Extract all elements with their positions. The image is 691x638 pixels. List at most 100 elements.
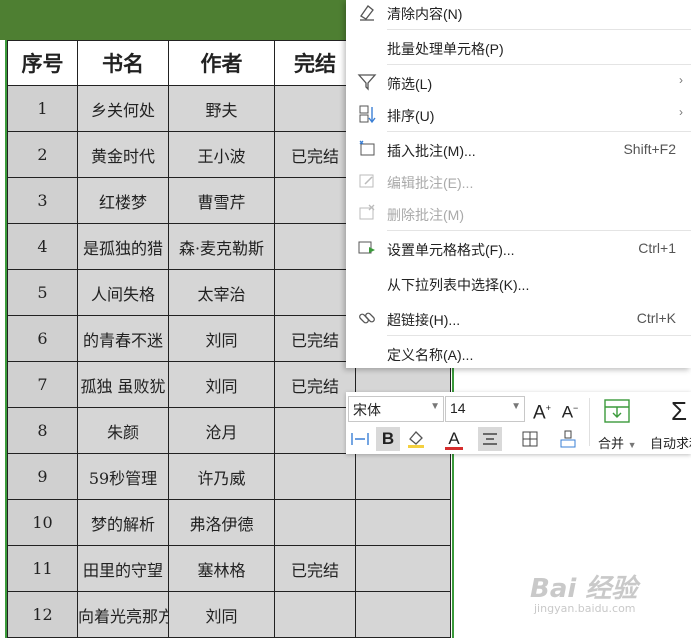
menu-item-label: 插入批注(M)... bbox=[387, 143, 476, 159]
bold-button[interactable]: B bbox=[376, 427, 400, 451]
cell-author[interactable]: 弗洛伊德 bbox=[168, 499, 275, 546]
cell-no[interactable]: 2 bbox=[7, 131, 78, 178]
cell-done[interactable] bbox=[274, 269, 356, 316]
borders-icon[interactable] bbox=[518, 427, 542, 451]
menu-item-filter[interactable]: 筛选(L) › bbox=[346, 67, 691, 99]
increase-font-icon[interactable]: A+ bbox=[530, 396, 554, 423]
cell-author[interactable]: 野夫 bbox=[168, 85, 275, 132]
cell-done[interactable] bbox=[274, 591, 356, 638]
link-icon bbox=[359, 312, 375, 324]
submenu-arrow-icon: › bbox=[679, 73, 683, 87]
menu-divider bbox=[387, 64, 691, 65]
cell-done[interactable]: 已完结 bbox=[274, 545, 356, 592]
cell-empty[interactable] bbox=[355, 499, 451, 546]
mini-toolbar: 宋体 ▼ 14 ▼ A+ A− B A 合并 ▼ Σ 自动求和 bbox=[346, 392, 691, 454]
decrease-font-icon[interactable]: A− bbox=[558, 396, 582, 422]
cell-author[interactable]: 森·麦克勒斯 bbox=[168, 223, 275, 270]
menu-item-hyperlink[interactable]: 超链接(H)... Ctrl+K bbox=[346, 303, 691, 335]
menu-item-label: 筛选(L) bbox=[387, 76, 433, 92]
table-row: 10 梦的解析 弗洛伊德 bbox=[7, 499, 451, 546]
cell-author[interactable]: 刘同 bbox=[168, 315, 275, 362]
cell-author[interactable]: 沧月 bbox=[168, 407, 275, 454]
cell-book[interactable]: 人间失格 bbox=[77, 269, 169, 316]
cell-done[interactable] bbox=[274, 453, 356, 500]
cell-book[interactable]: 黄金时代 bbox=[77, 131, 169, 178]
cell-done[interactable] bbox=[274, 177, 356, 224]
menu-item-insert-comment[interactable]: 插入批注(M)... Shift+F2 bbox=[346, 134, 691, 166]
wrap-text-icon[interactable] bbox=[348, 427, 372, 451]
cell-author[interactable]: 曹雪芹 bbox=[168, 177, 275, 224]
menu-item-delete-comment[interactable]: 删除批注(M) bbox=[346, 198, 691, 230]
context-menu: 清除内容(N) 批量处理单元格(P) 筛选(L) › 排序(U) › 插入批注(… bbox=[346, 0, 691, 368]
cell-done[interactable] bbox=[274, 223, 356, 270]
cell-author[interactable]: 太宰治 bbox=[168, 269, 275, 316]
cell-no[interactable]: 8 bbox=[7, 407, 78, 454]
cell-done[interactable] bbox=[274, 499, 356, 546]
menu-item-edit-comment[interactable]: 编辑批注(E)... bbox=[346, 166, 691, 198]
header-cell-done[interactable]: 完结 bbox=[274, 40, 356, 86]
menu-item-label: 编辑批注(E)... bbox=[387, 175, 474, 191]
font-family-select[interactable]: 宋体 ▼ bbox=[348, 396, 444, 422]
menu-item-pick-list[interactable]: 从下拉列表中选择(K)... bbox=[346, 268, 691, 300]
cell-author[interactable]: 刘同 bbox=[168, 361, 275, 408]
menu-item-batch[interactable]: 批量处理单元格(P) bbox=[346, 32, 691, 64]
font-size-select[interactable]: 14 ▼ bbox=[445, 396, 525, 422]
cell-no[interactable]: 12 bbox=[7, 591, 78, 638]
cell-author[interactable]: 塞林格 bbox=[168, 545, 275, 592]
cell-book[interactable]: 59秒管理 bbox=[77, 453, 169, 500]
cell-empty[interactable] bbox=[355, 453, 451, 500]
header-cell-no[interactable]: 序号 bbox=[7, 40, 78, 86]
menu-item-format-cells[interactable]: 设置单元格格式(F)... Ctrl+1 bbox=[346, 233, 691, 265]
cell-book[interactable]: 向着光亮那方 bbox=[77, 591, 169, 638]
cell-author[interactable]: 许乃威 bbox=[168, 453, 275, 500]
cell-book[interactable]: 田里的守望 bbox=[77, 545, 169, 592]
cell-no[interactable]: 11 bbox=[7, 545, 78, 592]
fill-color-icon[interactable] bbox=[404, 427, 428, 451]
menu-item-sort[interactable]: 排序(U) › bbox=[346, 99, 691, 131]
cell-author[interactable]: 王小波 bbox=[168, 131, 275, 178]
submenu-arrow-icon: › bbox=[679, 105, 683, 119]
header-cell-author[interactable]: 作者 bbox=[168, 40, 275, 86]
cell-no[interactable]: 10 bbox=[7, 499, 78, 546]
format-cells-icon bbox=[358, 241, 375, 254]
cell-book[interactable]: 红楼梦 bbox=[77, 177, 169, 224]
merge-icon[interactable] bbox=[601, 397, 633, 427]
filter-icon bbox=[357, 74, 377, 91]
cell-book[interactable]: 梦的解析 bbox=[77, 499, 169, 546]
merge-button[interactable]: 合并 ▼ bbox=[598, 433, 637, 452]
cell-no[interactable]: 3 bbox=[7, 177, 78, 224]
cell-no[interactable]: 7 bbox=[7, 361, 78, 408]
cell-book[interactable]: 孤独 虽败犹 bbox=[77, 361, 169, 408]
cell-no[interactable]: 6 bbox=[7, 315, 78, 362]
watermark-logo: Bai 经验 bbox=[530, 574, 638, 604]
cell-book[interactable]: 的青春不迷 bbox=[77, 315, 169, 362]
shortcut-label: Ctrl+1 bbox=[638, 240, 676, 256]
cell-no[interactable]: 1 bbox=[7, 85, 78, 132]
sum-icon[interactable]: Σ bbox=[666, 397, 691, 427]
menu-item-define-name[interactable]: 定义名称(A)... bbox=[346, 338, 691, 370]
format-painter-icon[interactable] bbox=[556, 427, 580, 451]
autosum-button[interactable]: 自动求和 bbox=[650, 433, 691, 452]
cell-done[interactable]: 已完结 bbox=[274, 361, 356, 408]
menu-divider bbox=[387, 29, 691, 30]
header-cell-book[interactable]: 书名 bbox=[77, 40, 169, 86]
cell-no[interactable]: 5 bbox=[7, 269, 78, 316]
cell-no[interactable]: 9 bbox=[7, 453, 78, 500]
menu-item-label: 从下拉列表中选择(K)... bbox=[387, 277, 530, 293]
cell-done[interactable]: 已完结 bbox=[274, 131, 356, 178]
cell-done[interactable] bbox=[274, 407, 356, 454]
cell-empty[interactable] bbox=[355, 545, 451, 592]
cell-book[interactable]: 乡关何处 bbox=[77, 85, 169, 132]
edit-comment-icon bbox=[359, 174, 374, 188]
cell-no[interactable]: 4 bbox=[7, 223, 78, 270]
menu-item-clear[interactable]: 清除内容(N) bbox=[346, 0, 691, 29]
cell-empty[interactable] bbox=[355, 591, 451, 638]
align-center-icon[interactable] bbox=[478, 427, 502, 451]
cell-author[interactable]: 刘同 bbox=[168, 591, 275, 638]
cell-done[interactable]: 已完结 bbox=[274, 315, 356, 362]
font-color-icon[interactable]: A bbox=[442, 427, 466, 451]
cell-book[interactable]: 是孤独的猎 bbox=[77, 223, 169, 270]
cell-book[interactable]: 朱颜 bbox=[77, 407, 169, 454]
cell-done[interactable] bbox=[274, 85, 356, 132]
chevron-down-icon: ▼ bbox=[511, 401, 521, 412]
